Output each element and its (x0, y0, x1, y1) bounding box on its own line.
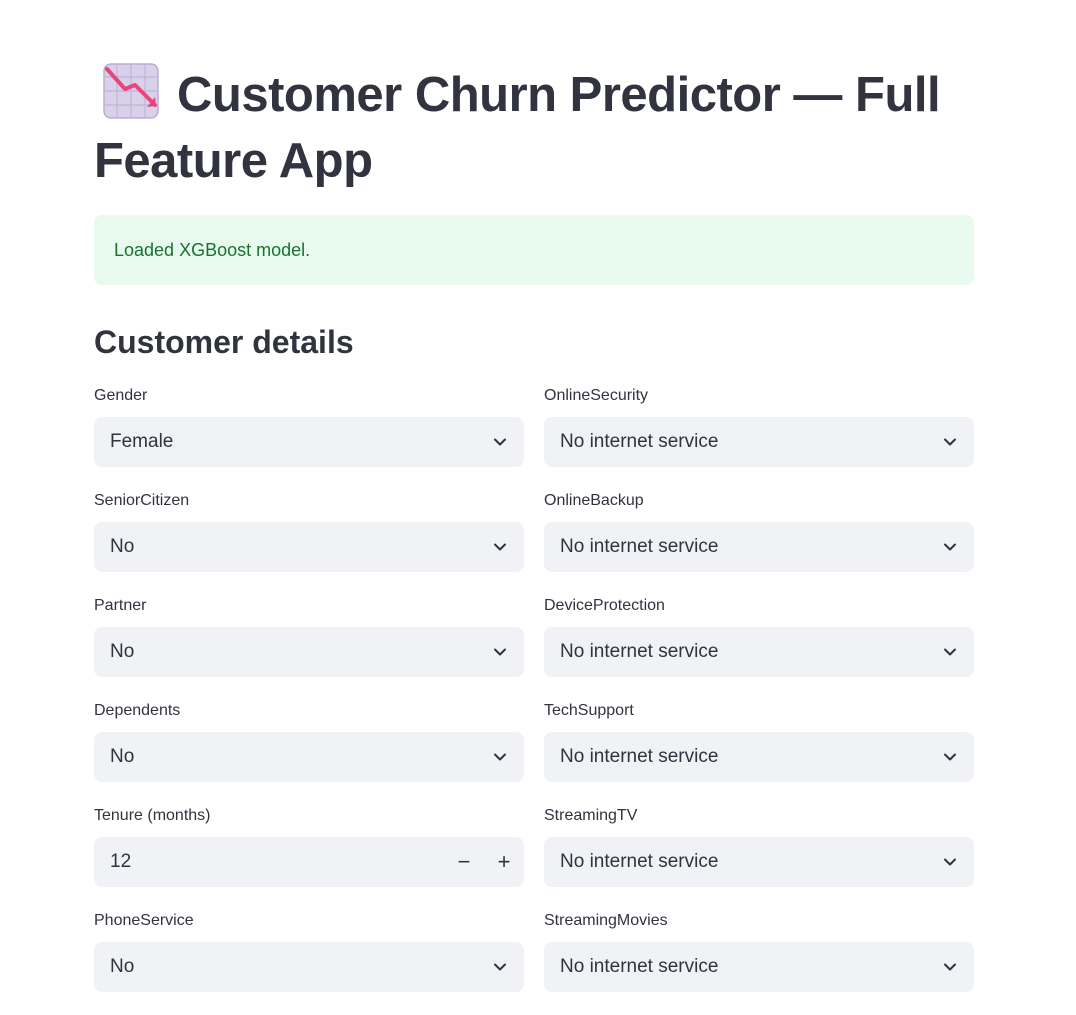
streaming-tv-select[interactable]: No internet service (544, 837, 974, 887)
chevron-down-icon (942, 434, 958, 450)
tech-support-label: TechSupport (544, 702, 634, 719)
dependents-select[interactable]: No (94, 732, 524, 782)
gender-select[interactable]: Female (94, 417, 524, 467)
chevron-down-icon (942, 749, 958, 765)
success-alert: Loaded XGBoost model. (94, 215, 974, 285)
chevron-down-icon (492, 749, 508, 765)
chevron-down-icon (942, 539, 958, 555)
chevron-down-icon (942, 854, 958, 870)
decrement-button[interactable]: − (444, 837, 484, 887)
page-title: Customer Churn Predictor — Full Feature … (94, 62, 994, 194)
tech-support-field: TechSupport No internet service (544, 700, 974, 805)
online-backup-field: OnlineBackup No internet service (544, 490, 974, 595)
streaming-movies-select[interactable]: No internet service (544, 942, 974, 992)
device-protection-value: No internet service (560, 641, 719, 662)
tenure-label: Tenure (months) (94, 807, 211, 824)
partner-field: Partner No (94, 595, 524, 700)
dependents-value: No (110, 746, 135, 767)
partner-select[interactable]: No (94, 627, 524, 677)
device-protection-field: DeviceProtection No internet service (544, 595, 974, 700)
senior-citizen-value: No (110, 536, 135, 557)
device-protection-label: DeviceProtection (544, 597, 665, 614)
online-security-value: No internet service (560, 431, 719, 452)
dependents-label: Dependents (94, 702, 181, 719)
phone-service-label: PhoneService (94, 912, 194, 929)
gender-value: Female (110, 431, 174, 452)
online-backup-label: OnlineBackup (544, 492, 644, 509)
partner-label: Partner (94, 597, 147, 614)
chevron-down-icon (942, 959, 958, 975)
partner-value: No (110, 641, 135, 662)
streaming-tv-field: StreamingTV No internet service (544, 805, 974, 910)
tech-support-select[interactable]: No internet service (544, 732, 974, 782)
alert-message: Loaded XGBoost model. (114, 239, 311, 260)
streaming-movies-label: StreamingMovies (544, 912, 668, 929)
online-security-select[interactable]: No internet service (544, 417, 974, 467)
phone-service-field: PhoneService No (94, 910, 524, 1015)
chevron-down-icon (492, 434, 508, 450)
right-column: OnlineSecurity No internet service Onlin… (544, 385, 974, 1015)
gender-label: Gender (94, 387, 148, 404)
device-protection-select[interactable]: No internet service (544, 627, 974, 677)
chart-decreasing-icon (103, 63, 159, 119)
chevron-down-icon (492, 959, 508, 975)
tenure-number-input: 12 − + (94, 837, 524, 887)
chevron-down-icon (492, 539, 508, 555)
tech-support-value: No internet service (560, 746, 719, 767)
online-security-field: OnlineSecurity No internet service (544, 385, 974, 490)
phone-service-select[interactable]: No (94, 942, 524, 992)
section-heading: Customer details (94, 324, 354, 360)
phone-service-value: No (110, 956, 135, 977)
chevron-down-icon (942, 644, 958, 660)
streaming-movies-value: No internet service (560, 956, 719, 977)
tenure-field: Tenure (months) 12 − + (94, 805, 524, 910)
left-column: Gender Female SeniorCitizen No Partner N… (94, 385, 524, 1015)
online-backup-value: No internet service (560, 536, 719, 557)
senior-citizen-field: SeniorCitizen No (94, 490, 524, 595)
increment-button[interactable]: + (484, 837, 524, 887)
senior-citizen-label: SeniorCitizen (94, 492, 190, 509)
page-title-text: Customer Churn Predictor — Full Feature … (94, 68, 941, 188)
dependents-field: Dependents No (94, 700, 524, 805)
tenure-input[interactable]: 12 (110, 851, 444, 873)
online-security-label: OnlineSecurity (544, 387, 649, 404)
streaming-movies-field: StreamingMovies No internet service (544, 910, 974, 1015)
streaming-tv-label: StreamingTV (544, 807, 638, 824)
gender-field: Gender Female (94, 385, 524, 490)
senior-citizen-select[interactable]: No (94, 522, 524, 572)
streaming-tv-value: No internet service (560, 851, 719, 872)
chevron-down-icon (492, 644, 508, 660)
online-backup-select[interactable]: No internet service (544, 522, 974, 572)
